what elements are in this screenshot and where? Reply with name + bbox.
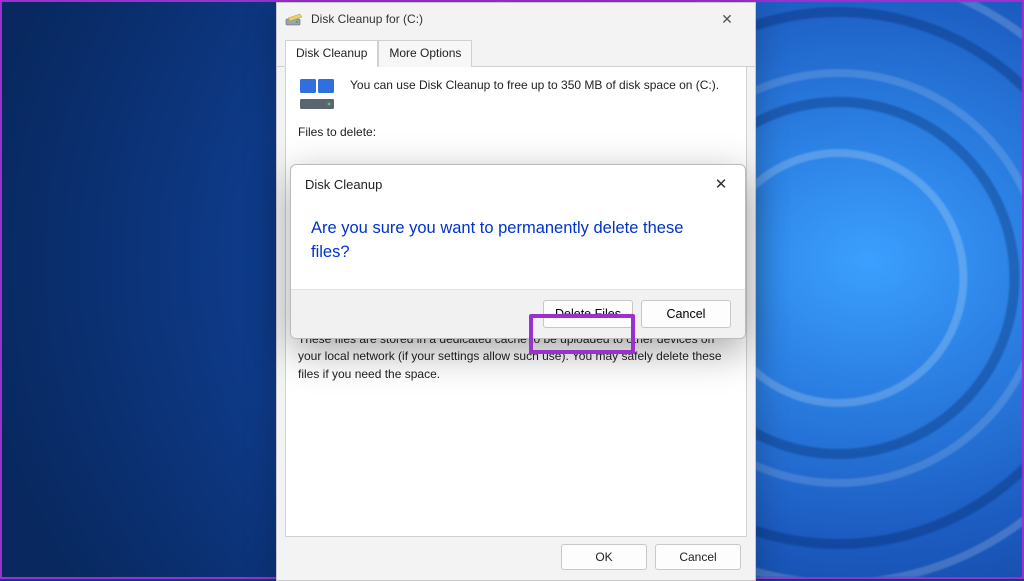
tab-more-options[interactable]: More Options xyxy=(378,40,472,67)
dialog-footer: Delete Files Cancel xyxy=(291,289,745,338)
dialog-question: Are you sure you want to permanently del… xyxy=(311,217,725,265)
close-icon[interactable]: ✕ xyxy=(707,11,747,28)
main-window-buttons: OK Cancel xyxy=(561,544,741,570)
window-title: Disk Cleanup for (C:) xyxy=(311,12,707,26)
disk-cleanup-icon xyxy=(285,11,305,27)
dialog-cancel-button[interactable]: Cancel xyxy=(641,300,731,328)
dialog-header[interactable]: Disk Cleanup ✕ xyxy=(291,165,745,195)
confirm-dialog: Disk Cleanup ✕ Are you sure you want to … xyxy=(290,164,746,339)
tab-disk-cleanup[interactable]: Disk Cleanup xyxy=(285,40,378,67)
close-icon[interactable]: ✕ xyxy=(707,175,735,193)
dialog-body: Are you sure you want to permanently del… xyxy=(291,195,745,289)
delete-files-button[interactable]: Delete Files xyxy=(543,300,633,328)
tabstrip: Disk Cleanup More Options xyxy=(277,35,755,67)
cancel-button[interactable]: Cancel xyxy=(655,544,741,570)
drive-icon xyxy=(298,77,338,113)
dialog-title: Disk Cleanup xyxy=(305,177,707,192)
intro-text: You can use Disk Cleanup to free up to 3… xyxy=(350,77,719,113)
files-to-delete-label: Files to delete: xyxy=(298,125,734,139)
intro-row: You can use Disk Cleanup to free up to 3… xyxy=(298,77,734,113)
titlebar[interactable]: Disk Cleanup for (C:) ✕ xyxy=(277,3,755,35)
ok-button[interactable]: OK xyxy=(561,544,647,570)
